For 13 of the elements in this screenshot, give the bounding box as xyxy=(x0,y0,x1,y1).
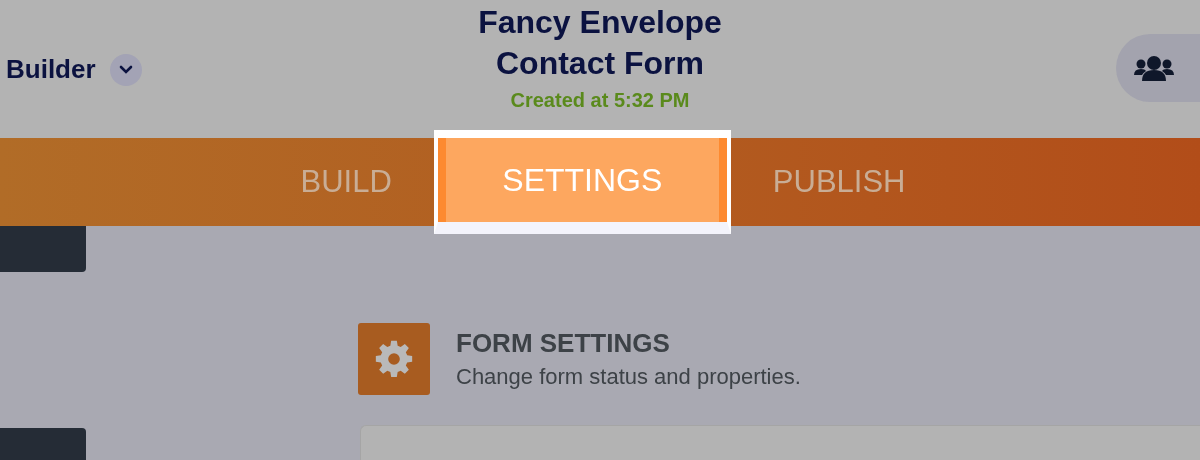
builder-menu-label[interactable]: Builder xyxy=(6,50,96,89)
created-time: Created at 5:32 PM xyxy=(510,88,690,112)
tab[interactable]: BUILD xyxy=(258,138,434,226)
tab[interactable]: SETTINGS xyxy=(433,130,731,234)
section-description: Change form status and properties. xyxy=(456,363,801,391)
dropdown-button[interactable] xyxy=(109,53,142,86)
section-title: FORM SETTINGS xyxy=(456,327,671,359)
form-title: Fancy Envelope Contact Form xyxy=(477,3,723,83)
chevron-down-icon xyxy=(118,64,133,75)
collaborators-button[interactable] xyxy=(1116,34,1200,102)
gear-icon xyxy=(374,339,414,379)
tab[interactable]: PUBLISH xyxy=(730,138,948,226)
users-icon xyxy=(1134,55,1174,81)
